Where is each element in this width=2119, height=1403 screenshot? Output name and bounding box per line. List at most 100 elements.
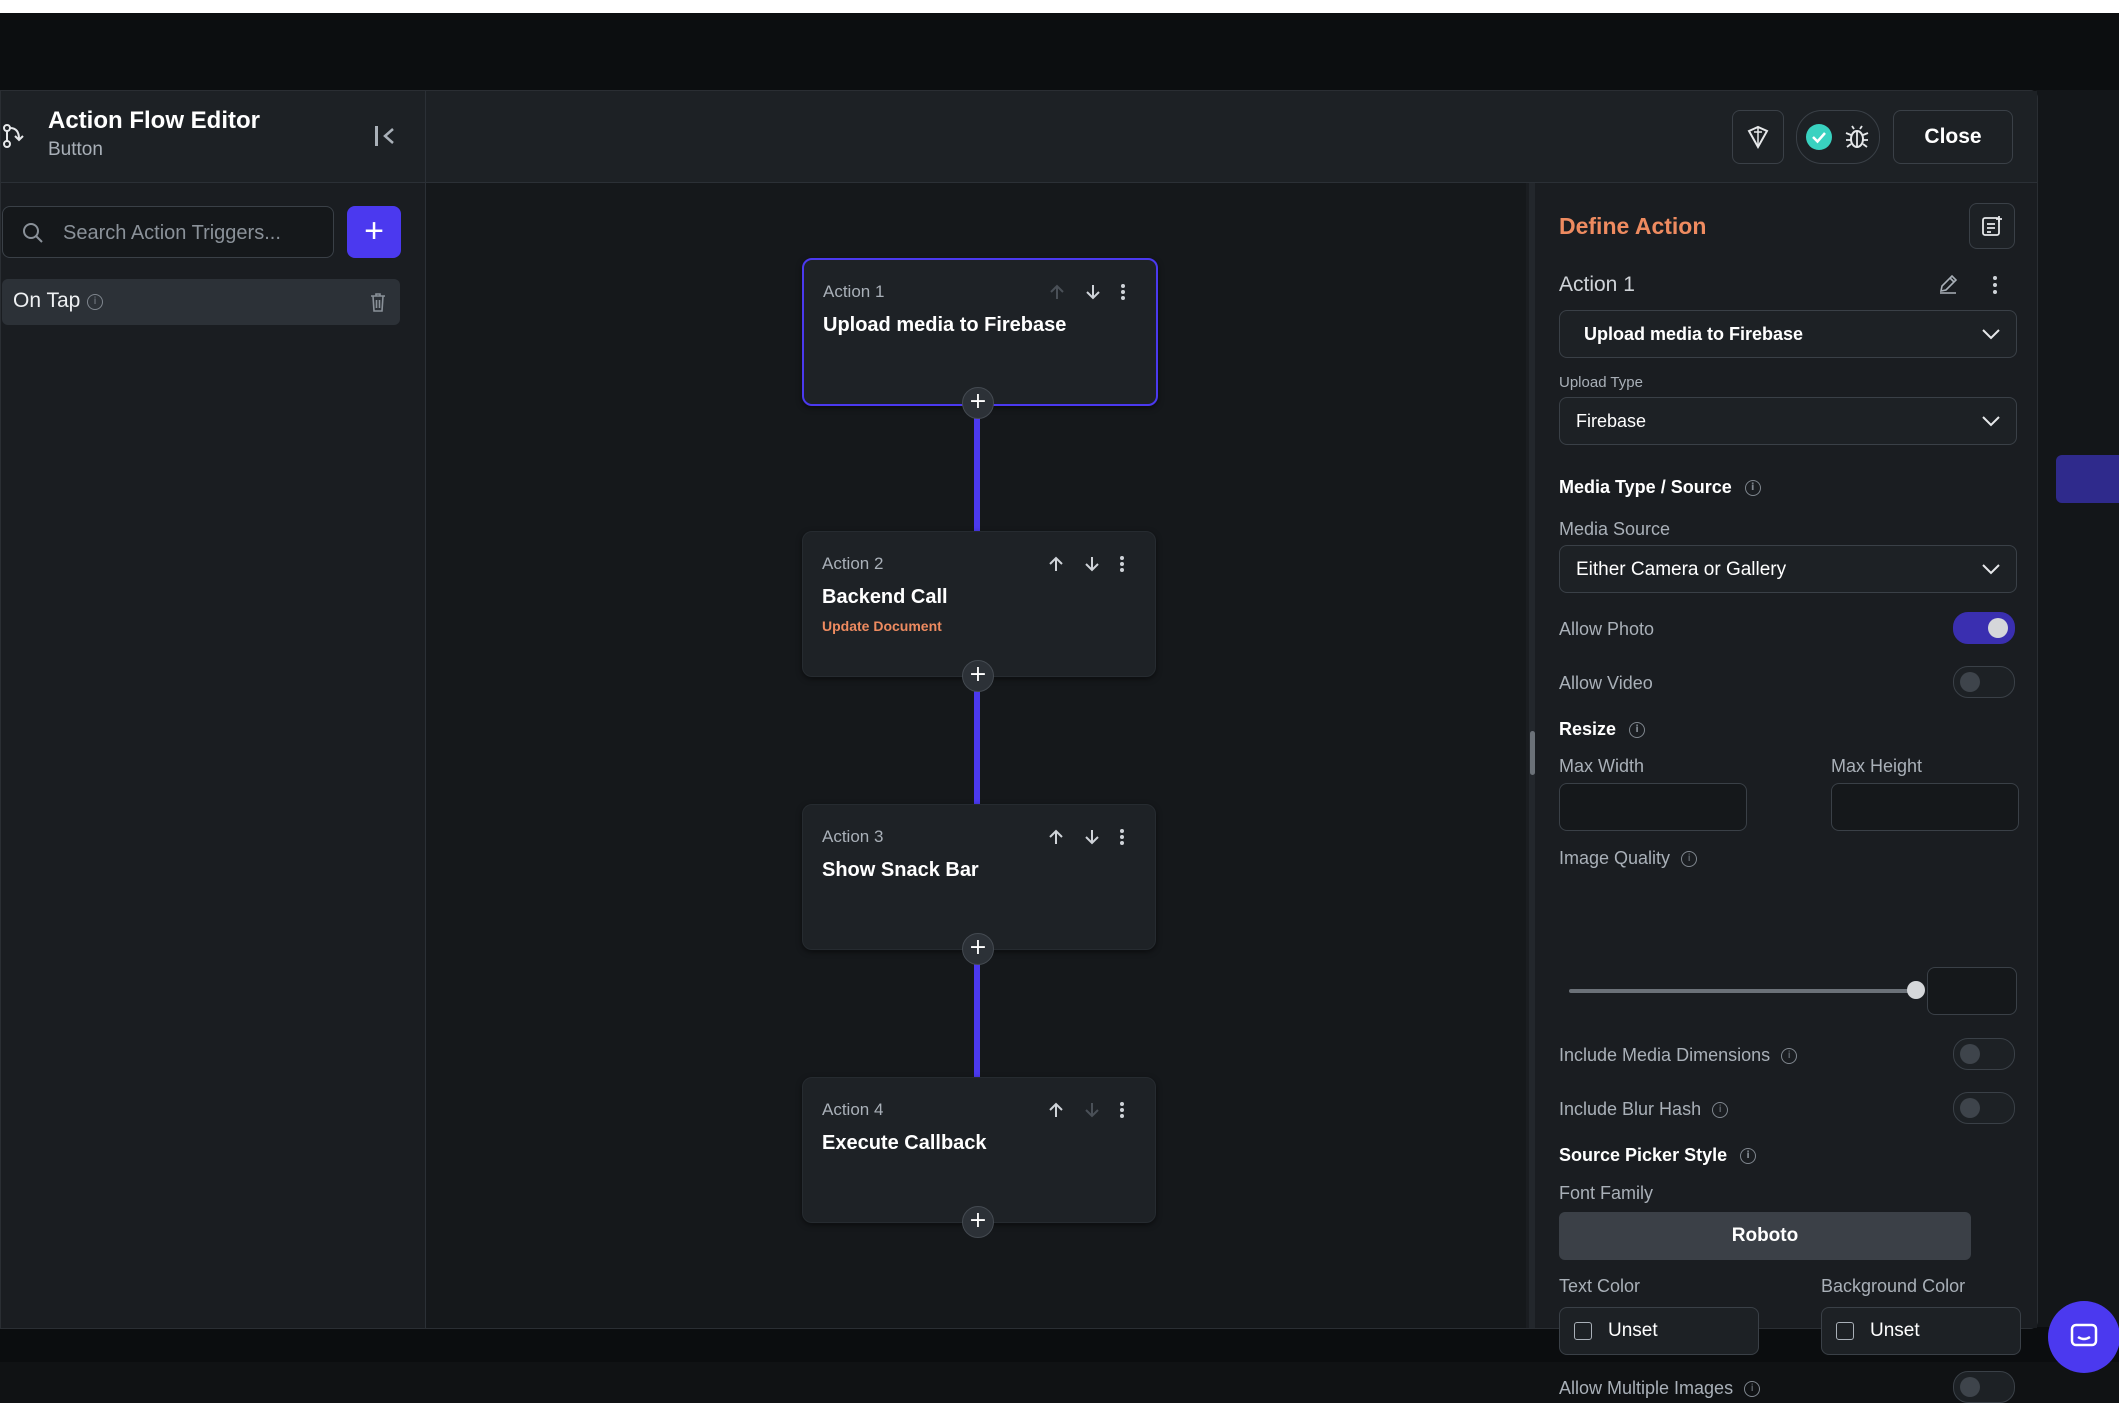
font-family-label: Font Family: [1559, 1183, 1654, 1203]
page-subtitle: Button: [48, 139, 103, 160]
media-source-dropdown[interactable]: Either Camera or Gallery: [1559, 545, 2017, 593]
toggle-knob: [1960, 1098, 1980, 1118]
allow-video-toggle[interactable]: [1953, 666, 2015, 698]
more-options-icon[interactable]: [1991, 275, 1999, 295]
info-icon: i: [87, 294, 103, 310]
action-name: Action 1: [1559, 273, 1635, 296]
app-background-right: [2036, 90, 2119, 1330]
media-source-label: Media Source: [1559, 519, 1671, 539]
action-node-3[interactable]: Action 3 Show Snack Bar: [802, 804, 1156, 950]
header-title-area: Action Flow Editor Button: [1, 91, 426, 182]
move-down-icon[interactable]: [1083, 282, 1103, 302]
add-action-button[interactable]: +: [962, 1206, 994, 1238]
background-button: [2056, 455, 2119, 503]
picker-section-title: Source Picker Style i: [1559, 1145, 1757, 1166]
font-family-button[interactable]: Roboto: [1559, 1212, 1971, 1260]
info-icon: i: [1712, 1102, 1729, 1119]
trash-icon[interactable]: [368, 291, 388, 313]
more-options-icon[interactable]: [1113, 282, 1133, 302]
add-action-button[interactable]: +: [962, 660, 994, 692]
max-width-label: Max Width: [1559, 756, 1645, 776]
checkbox[interactable]: [1574, 1322, 1592, 1340]
action-node-4[interactable]: Action 4 Execute Callback: [802, 1077, 1156, 1223]
action-subtitle: Update Document: [822, 618, 942, 634]
image-quality-label: Image Quality i: [1559, 848, 1698, 869]
edit-icon[interactable]: [1937, 273, 1959, 295]
include-dimensions-toggle[interactable]: [1953, 1038, 2015, 1070]
text-color-label: Text Color: [1559, 1276, 1641, 1296]
action-title: Upload media to Firebase: [823, 314, 1067, 336]
search-icon: [23, 223, 43, 243]
move-down-icon[interactable]: [1082, 827, 1102, 847]
define-action-panel: Define Action Action 1 Upload media to F…: [1535, 183, 2037, 1403]
color-value: Unset: [1608, 1320, 1658, 1341]
upload-type-label: Upload Type: [1559, 374, 1643, 391]
include-blurhash-toggle[interactable]: [1953, 1092, 2015, 1124]
checkbox[interactable]: [1836, 1322, 1854, 1340]
validation-debug-group: [1796, 110, 1880, 164]
image-quality-input[interactable]: [1927, 967, 2017, 1015]
action-library-button[interactable]: [1969, 203, 2015, 249]
action-title: Execute Callback: [822, 1132, 987, 1154]
app-background-bottom: [0, 1327, 2119, 1362]
move-down-icon[interactable]: [1082, 554, 1102, 574]
action-number: Action 4: [822, 1100, 884, 1119]
allow-photo-label: Allow Photo: [1559, 619, 1655, 639]
allow-multiple-toggle[interactable]: [1953, 1371, 2015, 1403]
ai-assist-button[interactable]: [1732, 110, 1784, 164]
more-options-icon[interactable]: [1112, 1100, 1132, 1120]
trigger-search[interactable]: [2, 206, 334, 259]
add-action-button[interactable]: +: [962, 387, 994, 419]
action-title: Backend Call: [822, 586, 948, 608]
page-title: Action Flow Editor: [48, 107, 260, 134]
move-up-icon[interactable]: [1046, 827, 1066, 847]
include-dimensions-label: Include Media Dimensions i: [1559, 1045, 1798, 1066]
trigger-item-on-tap[interactable]: On Tap i: [2, 279, 400, 325]
toggle-knob: [1960, 1044, 1980, 1064]
add-trigger-button[interactable]: +: [347, 206, 401, 258]
move-up-icon[interactable]: [1046, 1100, 1066, 1120]
image-quality-slider-handle[interactable]: [1907, 981, 1925, 999]
dropdown-value: Either Camera or Gallery: [1576, 559, 1787, 580]
action-number: Action 2: [822, 554, 884, 573]
max-height-input[interactable]: [1831, 783, 2019, 831]
collapse-sidebar-icon[interactable]: [371, 121, 401, 151]
support-chat-button[interactable]: [2048, 1301, 2119, 1373]
move-down-icon[interactable]: [1082, 1100, 1102, 1120]
max-width-input[interactable]: [1559, 783, 1747, 831]
resize-section-title: Resize i: [1559, 719, 1646, 740]
add-action-button[interactable]: +: [962, 933, 994, 965]
add-note-icon: [1982, 216, 2002, 236]
action-type-dropdown[interactable]: Upload media to Firebase: [1559, 310, 2017, 358]
move-up-icon[interactable]: [1047, 282, 1067, 302]
include-dimensions-text: Include Media Dimensions: [1559, 1045, 1771, 1065]
image-quality-text: Image Quality: [1559, 848, 1671, 868]
ai-gem-icon: [1747, 125, 1769, 150]
upload-type-dropdown[interactable]: Firebase: [1559, 397, 2017, 445]
panel-title: Define Action: [1559, 213, 1707, 239]
text-color-picker[interactable]: Unset: [1559, 1307, 1759, 1355]
media-section-title: Media Type / Source i: [1559, 477, 1761, 498]
close-button[interactable]: Close: [1893, 110, 2013, 164]
toggle-knob: [1960, 1377, 1980, 1397]
section-label: Resize: [1559, 719, 1617, 739]
toggle-knob: [1960, 672, 1980, 692]
action-flow-editor-dialog: Action Flow Editor Button Close Search A…: [0, 90, 2038, 1403]
dropdown-value: Upload media to Firebase: [1584, 324, 1804, 344]
action-node-1[interactable]: Action 1 Upload media to Firebase: [802, 258, 1158, 406]
image-quality-slider-track[interactable]: [1569, 989, 1915, 993]
max-height-label: Max Height: [1831, 756, 1923, 776]
color-value: Unset: [1870, 1320, 1920, 1341]
action-node-2[interactable]: Action 2 Backend Call Update Document: [802, 531, 1156, 677]
info-icon: i: [1629, 722, 1646, 739]
allow-multiple-text: Allow Multiple Images: [1559, 1378, 1734, 1398]
bug-icon[interactable]: [1843, 123, 1871, 151]
bg-color-picker[interactable]: Unset: [1821, 1307, 2021, 1355]
check-circle-icon[interactable]: [1805, 123, 1833, 151]
info-icon: i: [1744, 1381, 1761, 1398]
allow-photo-toggle[interactable]: [1953, 612, 2015, 644]
more-options-icon[interactable]: [1112, 554, 1132, 574]
search-input[interactable]: [61, 207, 325, 259]
move-up-icon[interactable]: [1046, 554, 1066, 574]
more-options-icon[interactable]: [1112, 827, 1132, 847]
